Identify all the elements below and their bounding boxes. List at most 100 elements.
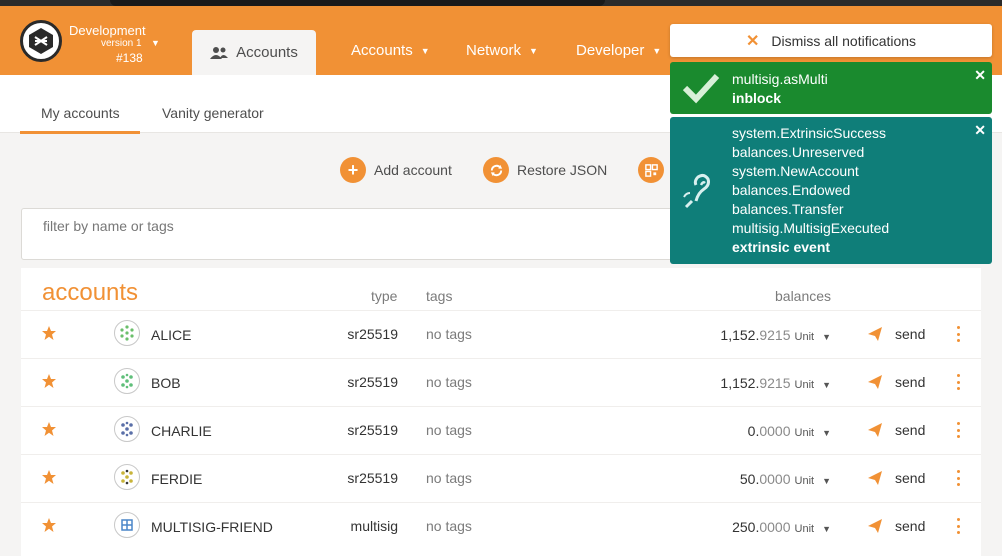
chain-name[interactable]: Development	[69, 23, 146, 38]
menu-accounts-label: Accounts	[351, 42, 413, 59]
account-name[interactable]: BOB	[151, 375, 181, 391]
logo-icon	[29, 28, 53, 54]
send-button[interactable]: send	[867, 422, 925, 438]
menu-network[interactable]: Network ▼	[466, 42, 538, 59]
more-menu-icon[interactable]	[952, 516, 964, 536]
account-name[interactable]: ALICE	[151, 327, 191, 343]
accounts-heading: accounts	[42, 279, 139, 306]
restore-json-button[interactable]: Restore JSON	[483, 157, 607, 183]
chain-chevron-down-icon[interactable]: ▼	[151, 38, 160, 48]
star-icon[interactable]	[41, 421, 57, 437]
close-icon[interactable]: ✕	[974, 122, 986, 139]
tab-my-accounts[interactable]: My accounts	[41, 105, 120, 121]
paper-plane-icon	[868, 519, 882, 533]
account-name[interactable]: CHARLIE	[151, 423, 212, 439]
balance-dec: 0000	[759, 519, 791, 535]
account-name[interactable]: FERDIE	[151, 471, 202, 487]
tab-accounts-label: Accounts	[236, 44, 298, 61]
send-button[interactable]: send	[867, 518, 925, 534]
account-tags[interactable]: no tags	[426, 326, 472, 342]
chevron-down-icon: ▼	[822, 332, 831, 342]
more-menu-icon[interactable]	[952, 420, 964, 440]
balance-dec: 9215	[759, 327, 791, 343]
star-icon[interactable]	[41, 325, 57, 341]
send-button[interactable]: send	[867, 374, 925, 390]
balance-int: 50.	[739, 471, 760, 487]
chevron-down-icon: ▼	[420, 45, 430, 56]
qrcode-icon	[638, 157, 664, 183]
balance-int: 1,152.	[720, 375, 760, 391]
notification-status: extrinsic event	[732, 239, 831, 255]
tab-accounts-active[interactable]: Accounts	[192, 30, 316, 75]
star-icon[interactable]	[41, 373, 57, 389]
dismiss-all-button[interactable]: ✕ Dismiss all notifications	[670, 24, 992, 57]
identicon[interactable]	[114, 368, 140, 394]
table-row: ALICE sr25519 no tags 1,152. 9215 Unit ▼ se…	[21, 310, 981, 358]
send-label: send	[895, 470, 926, 486]
chevron-down-icon: ▼	[822, 380, 831, 390]
balance-unit: Unit	[794, 475, 815, 487]
balance-int: 1,152.	[720, 327, 760, 343]
balance-unit: Unit	[794, 379, 815, 391]
balance-value[interactable]: 250. 0000 Unit ▼	[732, 519, 831, 535]
menu-developer-label: Developer	[576, 42, 645, 59]
balance-value[interactable]: 0. 0000 Unit ▼	[748, 423, 831, 439]
balance-unit: Unit	[794, 523, 815, 535]
more-menu-icon[interactable]	[952, 372, 964, 392]
send-button[interactable]: send	[867, 470, 925, 486]
chevron-down-icon: ▼	[529, 45, 538, 56]
event-line: system.NewAccount	[732, 163, 859, 179]
notification-inblock: multisig.asMulti inblock ✕	[670, 62, 992, 114]
table-row: CHARLIE sr25519 no tags 0. 0000 Unit ▼ send	[21, 406, 981, 454]
identicon[interactable]	[114, 416, 140, 442]
star-icon[interactable]	[41, 469, 57, 485]
menu-accounts[interactable]: Accounts ▼	[351, 42, 430, 59]
qr-button[interactable]	[638, 157, 664, 183]
paper-plane-icon	[868, 423, 882, 437]
event-line: system.ExtrinsicSuccess	[732, 125, 887, 141]
balance-int: 0.	[747, 423, 760, 439]
menu-network-label: Network	[466, 42, 522, 59]
send-button[interactable]: send	[867, 326, 925, 342]
send-label: send	[895, 326, 926, 342]
event-line: balances.Unreserved	[732, 144, 865, 160]
identicon[interactable]	[114, 512, 140, 538]
star-icon[interactable]	[41, 517, 57, 533]
chevron-down-icon: ▼	[652, 45, 662, 56]
balance-value[interactable]: 1,152. 9215 Unit ▼	[720, 327, 831, 343]
account-tags[interactable]: no tags	[426, 518, 472, 534]
account-name[interactable]: MULTISIG-FRIEND	[151, 519, 273, 535]
account-tags[interactable]: no tags	[426, 422, 472, 438]
event-line: multisig.MultisigExecuted	[732, 220, 890, 236]
notification-method: multisig.asMulti	[732, 71, 828, 87]
active-tab-indicator	[20, 131, 140, 134]
header-type: type	[371, 288, 398, 304]
account-type: sr25519	[347, 326, 398, 342]
balance-dec: 0000	[759, 423, 791, 439]
event-line: balances.Endowed	[732, 182, 851, 198]
add-account-button[interactable]: + Add account	[340, 157, 452, 183]
balance-value[interactable]: 1,152. 9215 Unit ▼	[720, 375, 831, 391]
paper-plane-icon	[868, 327, 882, 341]
identicon[interactable]	[114, 464, 140, 490]
account-type: sr25519	[347, 470, 398, 486]
chevron-down-icon: ▼	[822, 428, 831, 438]
notification-status: inblock	[732, 90, 782, 106]
close-icon[interactable]: ✕	[974, 67, 986, 84]
add-account-label: Add account	[374, 162, 452, 178]
account-tags[interactable]: no tags	[426, 374, 472, 390]
menu-developer[interactable]: Developer ▼	[576, 42, 661, 59]
account-tags[interactable]: no tags	[426, 470, 472, 486]
account-type: multisig	[350, 518, 398, 534]
more-menu-icon[interactable]	[952, 468, 964, 488]
balance-value[interactable]: 50. 0000 Unit ▼	[740, 471, 831, 487]
notification-events: system.ExtrinsicSuccess balances.Unreser…	[670, 117, 992, 264]
assistive-listening-icon	[683, 173, 710, 209]
restore-json-label: Restore JSON	[517, 162, 608, 178]
chain-logo[interactable]	[20, 20, 62, 62]
accounts-table: accounts type tags balances ALICE sr2551…	[21, 268, 981, 556]
balance-int: 250.	[732, 519, 760, 535]
more-menu-icon[interactable]	[952, 324, 964, 344]
tab-vanity-generator[interactable]: Vanity generator	[162, 105, 264, 121]
identicon[interactable]	[114, 320, 140, 346]
